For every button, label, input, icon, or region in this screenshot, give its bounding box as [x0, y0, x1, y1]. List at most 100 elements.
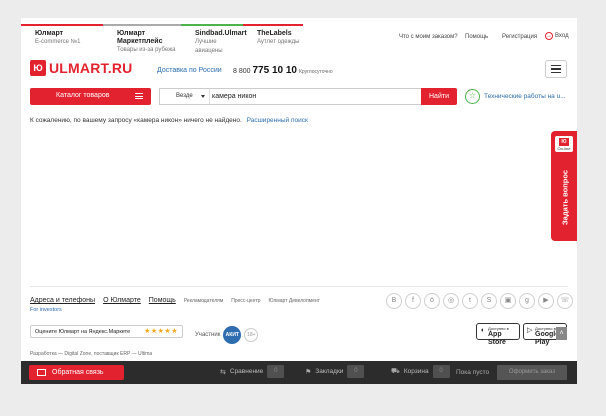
site-tab-subtitle: Товары из-за рубежа [117, 47, 176, 53]
search-scope-select[interactable]: Везде [160, 89, 210, 104]
yandex-rating-button[interactable]: Оцените Юлмарт на Яндекс.Маркете ★★★★★ [30, 325, 183, 338]
footer-links: Адреса и телефоны О Юлмарте Помощь Рекла… [30, 297, 320, 304]
footer-link-about[interactable]: О Юлмарте [103, 297, 141, 304]
online-status: On-line [557, 146, 571, 151]
google-plus-icon[interactable]: g [519, 293, 535, 309]
footer-link-press[interactable]: Пресс-центр [231, 298, 260, 304]
site-tab-sindbad[interactable]: Sindbad.Ulmart Лучшие авиацены [181, 24, 247, 54]
site-logo[interactable]: Ю ULMART.RU [30, 60, 132, 76]
akit-badge-icon[interactable]: АКИТ [223, 326, 242, 344]
phone-number: 775 10 10 [252, 65, 297, 76]
bottom-bar: Обратная связь ⇆ Сравнение 0 ⚑ Закладки … [21, 361, 577, 384]
site-tab-ulmart[interactable]: Юлмарт E-commerce №1 [21, 24, 103, 48]
moikrug-icon[interactable]: ◎ [443, 293, 459, 309]
scroll-up-icon[interactable]: ˄ [556, 327, 567, 340]
login-icon: → [545, 32, 553, 40]
catalog-menu-icon [135, 93, 143, 99]
site-tab-title: Юлмарт Маркетплейс [117, 30, 163, 45]
yandex-rating-label: Оцените Юлмарт на Яндекс.Маркете [35, 329, 131, 335]
compare-icon: ⇆ [220, 368, 226, 376]
top-bar: Юлмарт E-commerce №1 Юлмарт Маркетплейс … [21, 24, 577, 54]
footer-divider [30, 286, 568, 287]
site-tab-subtitle: E-commerce №1 [35, 39, 81, 45]
register-link[interactable]: Регистрация [502, 34, 537, 40]
phone-note: Круглосуточно [298, 69, 333, 75]
tech-notice-text: Технические работы на u... [484, 93, 566, 100]
twitter-icon[interactable]: t [462, 293, 478, 309]
footer-credits: Разработка — Digital Zone, поставщик ERP… [30, 351, 153, 357]
google-play-icon: ▷ [527, 327, 533, 334]
instagram-icon[interactable]: ▣ [500, 293, 516, 309]
online-chat-widget[interactable]: Ю On-line Задать вопрос [551, 131, 577, 241]
site-tab-thelabels[interactable]: TheLabels Аутлет одежды [243, 24, 303, 48]
cart-status: Пока пусто [456, 369, 490, 376]
online-badge: Ю On-line [555, 136, 573, 152]
logo-mark-icon: Ю [30, 60, 46, 76]
checkout-button[interactable]: Оформить заказ [497, 365, 567, 380]
search-submit-button[interactable]: Найти [421, 88, 457, 105]
logo-text: ULMART.RU [49, 60, 133, 76]
app-store-label: App Store [488, 331, 506, 346]
app-store-button[interactable]: ◖ Доступно в App Store [476, 323, 520, 346]
bookmarks-label: Закладки [315, 368, 344, 375]
search-scope-value: Везде [176, 93, 193, 99]
age-rating-badge: 18+ [244, 328, 259, 342]
cart-count: 0 [432, 365, 450, 378]
cart-button[interactable]: ⛟ Корзина 0 [391, 365, 450, 378]
facebook-icon[interactable]: f [405, 293, 421, 309]
star-icon: ☆ [465, 89, 480, 104]
no-results-text: К сожалению, по вашему запросу «камера н… [30, 117, 242, 124]
akit-membership: Участник АКИТ 18+ [195, 326, 259, 344]
envelope-icon [37, 369, 46, 376]
footer-link-help[interactable]: Помощь [149, 297, 176, 304]
vk-icon[interactable]: B [386, 293, 402, 309]
search-input[interactable] [212, 90, 420, 103]
footer-link-development[interactable]: Юлмарт Девелопмент [269, 298, 320, 304]
footer-link-advertisers[interactable]: Рекламодателям [184, 298, 223, 304]
chevron-down-icon [201, 95, 205, 98]
youtube-icon[interactable]: ▶ [538, 293, 554, 309]
delivery-link[interactable]: Доставка по России [157, 67, 222, 74]
advanced-search-link[interactable]: Расширенный поиск [247, 117, 308, 124]
online-logo-icon: Ю [559, 138, 569, 146]
odnoklassniki-icon[interactable]: ö [424, 293, 440, 309]
site-tab-marketplace[interactable]: Юлмарт Маркетплейс Товары из-за рубежа [103, 24, 181, 53]
investors-link[interactable]: For investors [30, 307, 62, 313]
akit-label: Участник [195, 332, 221, 338]
login-label: Вход [555, 33, 569, 39]
skype-icon[interactable]: S [481, 293, 497, 309]
bookmark-icon: ⚑ [305, 368, 312, 376]
phone-prefix: 8 800 [233, 68, 251, 75]
site-tab-subtitle: Аутлет одежды [257, 39, 300, 45]
tech-notice[interactable]: ☆ Технические работы на u... [465, 89, 566, 104]
order-status-link[interactable]: Что с моим заказом? [399, 34, 458, 40]
ask-question-label: Задать вопрос [560, 169, 570, 226]
site-tab-subtitle: Лучшие авиацены [195, 39, 223, 54]
menu-button[interactable] [545, 60, 567, 78]
compare-label: Сравнение [229, 368, 264, 375]
bookmarks-count: 0 [347, 365, 365, 378]
apple-icon: ◖ [480, 327, 485, 334]
help-link[interactable]: Помощь [465, 34, 488, 40]
phone-block: 8 800 775 10 10 Круглосуточно [233, 65, 333, 76]
bookmarks-button[interactable]: ⚑ Закладки 0 [305, 365, 365, 378]
compare-count: 0 [267, 365, 285, 378]
feedback-button[interactable]: Обратная связь [29, 365, 124, 380]
search-box: Везде [159, 88, 422, 105]
hamburger-icon [551, 64, 561, 67]
social-links: B f ö ◎ t S ▣ g ▶ ☏ [386, 293, 573, 309]
login-button[interactable]: → Вход [545, 32, 569, 40]
rating-stars: ★★★★★ [144, 328, 178, 335]
catalog-button[interactable]: Каталог товаров [30, 88, 151, 105]
footer-link-addresses[interactable]: Адреса и телефоны [30, 297, 95, 304]
viber-icon[interactable]: ☏ [557, 293, 573, 309]
site-tab-title: Sindbad.Ulmart [195, 30, 247, 37]
site-tab-title: TheLabels [257, 30, 292, 37]
compare-button[interactable]: ⇆ Сравнение 0 [220, 365, 285, 378]
cart-icon: ⛟ [391, 368, 400, 375]
no-results-message: К сожалению, по вашему запросу «камера н… [30, 117, 308, 124]
site-tab-title: Юлмарт [35, 30, 64, 37]
cart-label: Корзина [403, 368, 429, 375]
feedback-label: Обратная связь [52, 369, 104, 376]
page-frame: Юлмарт E-commerce №1 Юлмарт Маркетплейс … [21, 18, 577, 384]
